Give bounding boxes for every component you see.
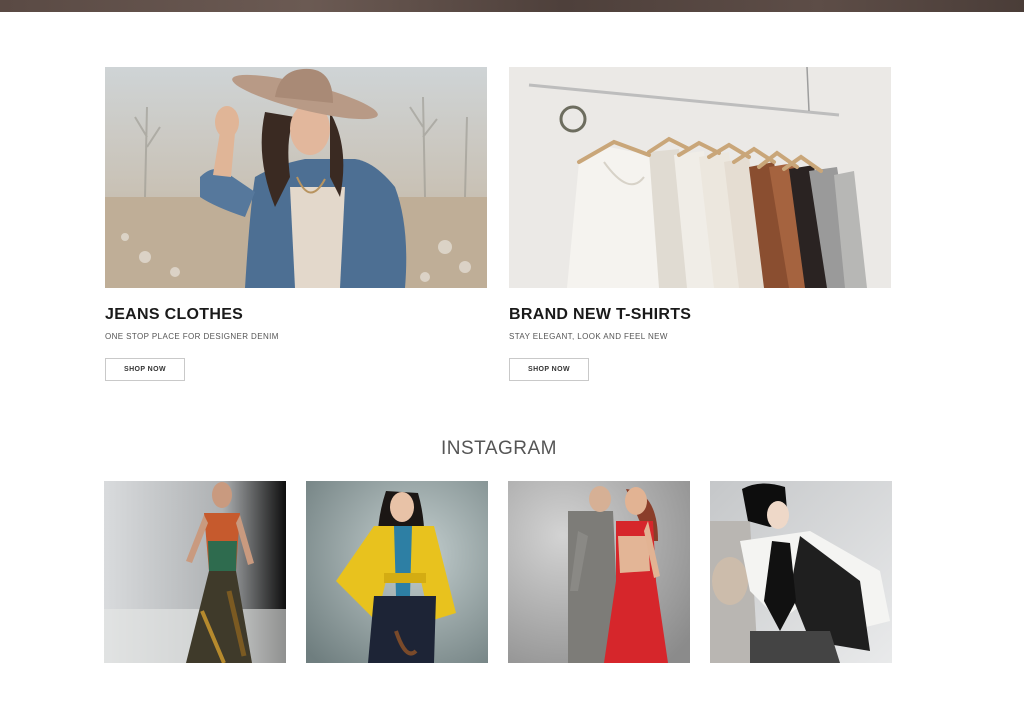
instagram-post[interactable] [710, 481, 892, 663]
promo-subtitle: STAY ELEGANT, LOOK AND FEEL NEW [509, 332, 668, 341]
promo-image-tshirts[interactable] [509, 67, 891, 288]
promo-image-jeans[interactable] [105, 67, 487, 288]
instagram-post[interactable] [508, 481, 690, 663]
instagram-heading: INSTAGRAM [440, 438, 558, 459]
promo-subtitle: ONE STOP PLACE FOR DESIGNER DENIM [105, 332, 279, 341]
promo-card-jeans: JEANS CLOTHES ONE STOP PLACE FOR DESIGNE… [105, 67, 487, 381]
instagram-grid [104, 481, 892, 663]
shop-now-button[interactable]: SHOP NOW [509, 358, 589, 381]
shop-now-button[interactable]: SHOP NOW [105, 358, 185, 381]
promo-title: JEANS CLOTHES [105, 306, 244, 323]
instagram-post[interactable] [104, 481, 286, 663]
promo-card-tshirts: BRAND NEW T-SHIRTS STAY ELEGANT, LOOK AN… [509, 67, 891, 381]
promo-title: BRAND NEW T-SHIRTS [509, 306, 692, 323]
instagram-post[interactable] [306, 481, 488, 663]
hero-banner-bottom-edge [0, 0, 1024, 12]
